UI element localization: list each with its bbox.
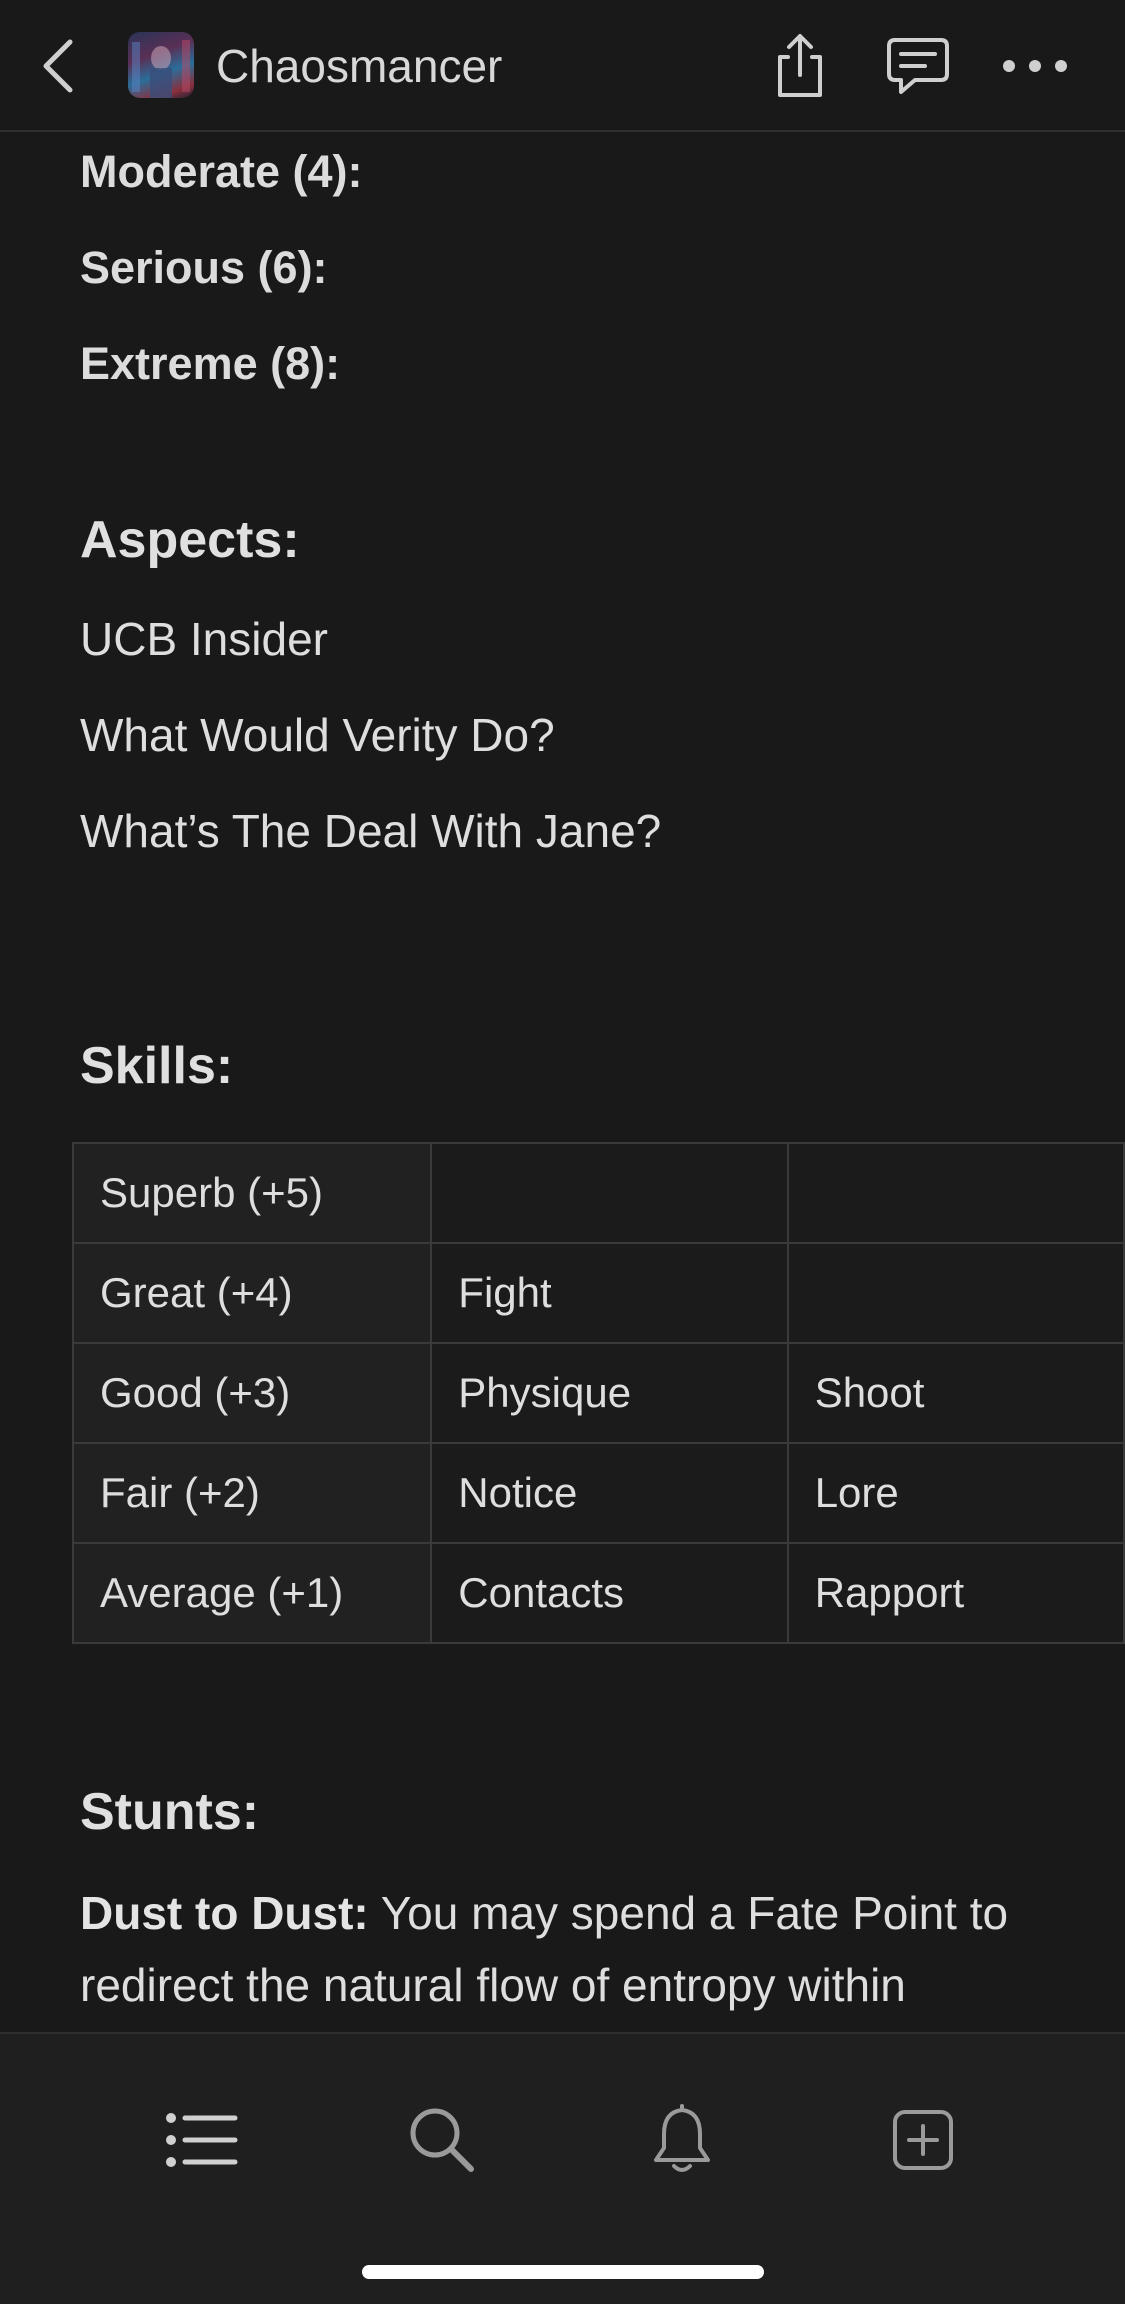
table-row: Great (+4) Fight — [71, 1242, 1125, 1344]
back-button[interactable] — [28, 26, 88, 106]
table-cell-level[interactable]: Average (+1) — [71, 1542, 433, 1644]
avatar-image-icon — [132, 40, 190, 98]
top-navigation-bar: Chaosmancer — [0, 0, 1125, 132]
table-cell-level[interactable]: Great (+4) — [71, 1242, 433, 1344]
aspect-item[interactable]: What’s The Deal With Jane? — [80, 804, 661, 858]
table-cell-skill[interactable]: Notice — [430, 1442, 789, 1544]
page-icon-avatar[interactable] — [128, 32, 194, 98]
tab-list-button[interactable] — [152, 2090, 252, 2190]
table-row: Superb (+5) — [71, 1142, 1125, 1244]
table-cell-skill[interactable]: Lore — [786, 1442, 1125, 1544]
consequence-serious[interactable]: Serious (6): — [80, 242, 328, 294]
aspect-item[interactable]: What Would Verity Do? — [80, 708, 555, 762]
table-cell-skill[interactable]: Contacts — [430, 1542, 789, 1644]
consequence-extreme[interactable]: Extreme (8): — [80, 338, 340, 390]
more-options-button[interactable] — [995, 26, 1075, 106]
table-cell-level[interactable]: Good (+3) — [71, 1342, 433, 1444]
table-cell-level[interactable]: Fair (+2) — [71, 1442, 433, 1544]
consequence-moderate[interactable]: Moderate (4): — [80, 146, 363, 198]
tab-notifications-button[interactable] — [632, 2090, 732, 2190]
table-cell-skill[interactable] — [786, 1242, 1125, 1344]
skills-table: Superb (+5) Great (+4) Fight Good (+3) P… — [71, 1142, 1125, 1644]
stunt-paragraph[interactable]: Dust to Dust: You may spend a Fate Point… — [80, 1877, 1060, 2021]
comments-button[interactable] — [878, 26, 958, 106]
aspect-item[interactable]: UCB Insider — [80, 612, 328, 666]
comment-icon — [887, 38, 949, 94]
stunt-name: Dust to Dust: — [80, 1887, 369, 1939]
aspects-heading[interactable]: Aspects: — [80, 510, 300, 570]
chevron-left-icon — [43, 39, 73, 93]
skills-heading[interactable]: Skills: — [80, 1036, 233, 1096]
tab-search-button[interactable] — [392, 2090, 492, 2190]
table-cell-skill[interactable]: Rapport — [786, 1542, 1125, 1644]
page-title[interactable]: Chaosmancer — [216, 36, 502, 96]
list-icon — [166, 2113, 238, 2167]
table-cell-skill[interactable]: Physique — [430, 1342, 789, 1444]
table-cell-skill[interactable] — [786, 1142, 1125, 1244]
table-cell-skill[interactable]: Fight — [430, 1242, 789, 1344]
bottom-tab-bar — [0, 2032, 1125, 2304]
search-icon — [410, 2108, 474, 2172]
share-icon — [778, 34, 822, 97]
bell-icon — [654, 2104, 710, 2172]
table-row: Good (+3) Physique Shoot — [71, 1342, 1125, 1444]
table-row: Average (+1) Contacts Rapport — [71, 1542, 1125, 1644]
stunts-heading[interactable]: Stunts: — [80, 1782, 259, 1842]
table-cell-skill[interactable] — [430, 1142, 789, 1244]
table-cell-skill[interactable]: Shoot — [786, 1342, 1125, 1444]
more-horizontal-icon — [1003, 60, 1067, 72]
plus-square-icon — [893, 2110, 953, 2170]
page-content: Moderate (4): Serious (6): Extreme (8): … — [0, 132, 1125, 2032]
share-button[interactable] — [760, 26, 840, 106]
home-indicator[interactable] — [362, 2265, 764, 2279]
table-cell-level[interactable]: Superb (+5) — [71, 1142, 433, 1244]
tab-new-page-button[interactable] — [873, 2090, 973, 2190]
table-row: Fair (+2) Notice Lore — [71, 1442, 1125, 1544]
